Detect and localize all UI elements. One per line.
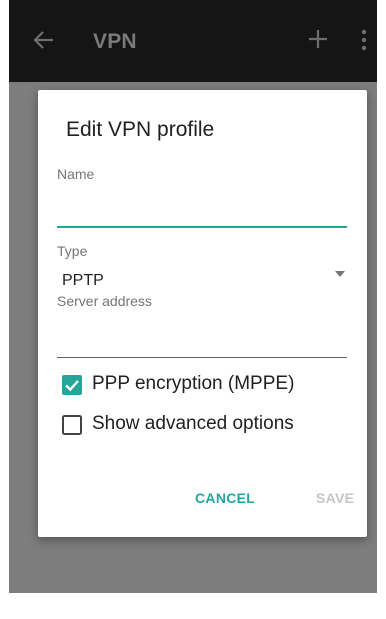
cancel-button[interactable]: CANCEL	[195, 490, 255, 506]
type-value: PPTP	[62, 272, 104, 289]
checkbox-checked-icon[interactable]	[62, 375, 82, 395]
checkbox-unchecked-icon[interactable]	[62, 415, 82, 435]
arrow-back-icon[interactable]	[31, 27, 57, 53]
dialog-title: Edit VPN profile	[66, 118, 215, 141]
name-field-underline	[57, 226, 347, 228]
edit-vpn-profile-dialog: Edit VPN profile Name Type PPTP Server a…	[38, 90, 367, 537]
app-bar-title: VPN	[93, 30, 137, 53]
app-bar: VPN	[9, 0, 377, 82]
name-label: Name	[57, 166, 95, 182]
plus-icon[interactable]	[307, 28, 329, 50]
server-address-field[interactable]	[57, 318, 347, 356]
name-field[interactable]	[57, 190, 347, 226]
bottom-band	[0, 593, 386, 619]
save-button[interactable]: SAVE	[316, 490, 354, 506]
advanced-options-label: Show advanced options	[92, 413, 294, 434]
server-address-label: Server address	[57, 293, 152, 309]
ppp-encryption-label: PPP encryption (MPPE)	[92, 373, 295, 394]
type-label: Type	[57, 243, 88, 259]
dropdown-arrow-icon[interactable]	[334, 270, 346, 278]
server-address-underline	[57, 357, 347, 358]
overflow-menu-icon[interactable]	[360, 28, 368, 52]
